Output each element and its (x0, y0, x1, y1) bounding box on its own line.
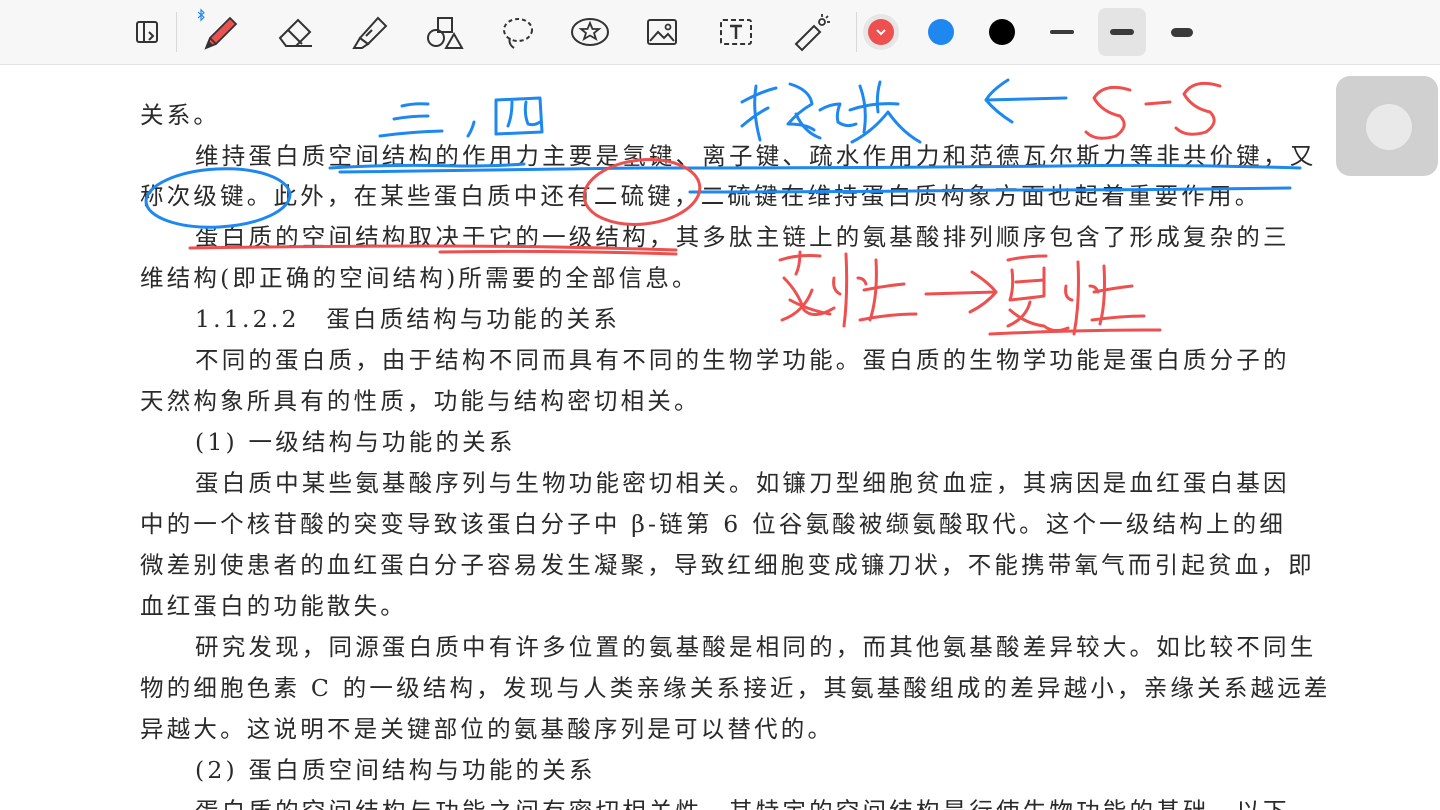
subsection-heading: (1) 一级结构与功能的关系 (195, 428, 516, 456)
text-line: 蛋白质的空间结构与功能之间有密切相关性，其特定的空间结构是行使生物功能的基础。以… (195, 796, 1290, 810)
text-line: 血红蛋白的功能散失。 (140, 592, 407, 620)
eraser-icon (278, 18, 312, 47)
blue-ink-stroke (392, 114, 430, 121)
stroke-medium-button[interactable] (1098, 8, 1146, 56)
page-view-icon (136, 21, 158, 43)
stroke-thin-button[interactable] (1038, 8, 1086, 56)
eraser-tool[interactable] (272, 8, 320, 56)
subsection-heading: (2) 蛋白质空间结构与功能的关系 (195, 756, 596, 784)
toolbar-divider (176, 12, 177, 52)
red-ink-underline (988, 328, 1162, 336)
image-icon (647, 19, 677, 45)
shapes-tool[interactable] (420, 8, 468, 56)
text-box-tool[interactable] (712, 8, 760, 56)
blue-ink-stroke (740, 84, 778, 142)
lasso-tool[interactable] (494, 8, 542, 56)
sticker-icon (571, 18, 609, 46)
red-ink-stroke (1084, 85, 1132, 140)
blue-ink-stroke (400, 102, 430, 108)
stroke-thick-icon (1171, 27, 1193, 37)
floating-assistive-button[interactable] (1336, 76, 1438, 176)
text-line: 称次级键。此外，在某些蛋白质中还有二硫键，二硫键在维持蛋白质构象方面也起着重要作… (140, 182, 1262, 210)
text-line: 中的一个核苷酸的突变导致该蛋白分子中 β-链第 6 位谷氨酸被缬氨酸取代。这个一… (140, 510, 1287, 538)
document-page[interactable]: 关系。 维持蛋白质空间结构的作用力主要是氢键、离子键、疏水作用力和范德瓦尔斯力等… (0, 64, 1440, 810)
bluetooth-icon (197, 8, 205, 22)
laser-pointer-tool[interactable] (786, 8, 834, 56)
text-line: 蛋白质的空间结构取决于它的一级结构，其多肽主链上的氨基酸排列顺序包含了形成复杂的… (195, 223, 1290, 251)
blue-ink-stroke (494, 96, 544, 136)
red-ink-stroke (832, 252, 918, 328)
highlighter-icon (352, 16, 388, 49)
image-tool[interactable] (638, 8, 686, 56)
text-line: 不同的蛋白质，由于结构不同而具有不同的生物学功能。蛋白质的生物学功能是蛋白质分子… (195, 346, 1290, 374)
sticker-tool[interactable] (566, 8, 614, 56)
blue-ink-stroke (786, 82, 822, 140)
red-ink-stroke (1144, 100, 1172, 106)
page-view-tool[interactable] (124, 8, 172, 56)
blue-ink-stroke (984, 78, 1068, 124)
stroke-thick-button[interactable] (1158, 8, 1206, 56)
red-ink-stroke (778, 250, 836, 322)
blue-ink-stroke (818, 102, 858, 128)
red-ink-stroke (1174, 81, 1222, 136)
red-ink-stroke (1006, 254, 1070, 333)
blue-ink-stroke (378, 129, 444, 138)
blue-ink-stroke (848, 80, 922, 144)
text-line: 微差别使患者的血红蛋白分子容易发生凝聚，导致红细胞变成镰刀状，不能携带氧气而引起… (140, 551, 1315, 579)
text-line: 异越大。这说明不是关键部位的氨基酸序列是可以替代的。 (140, 715, 835, 743)
shapes-icon (427, 17, 464, 49)
toolbar-divider (856, 12, 857, 52)
text-line: 物的细胞色素 C 的一级结构，发现与人类亲缘关系接近，其氨基酸组成的差异越小，亲… (140, 674, 1331, 702)
text-line: 蛋白质中某些氨基酸序列与生物功能密切相关。如镰刀型细胞贫血症，其病因是血红蛋白基… (195, 469, 1290, 497)
red-ink-stroke (924, 270, 998, 314)
stroke-thin-icon (1050, 30, 1074, 34)
text-line: 维结构(即正确的空间结构)所需要的全部信息。 (140, 264, 699, 292)
stroke-medium-icon (1110, 29, 1134, 35)
color-swatch-blue[interactable] (928, 19, 954, 45)
red-ink-stroke (1064, 260, 1146, 336)
laser-pointer-icon (794, 14, 830, 52)
color-swatch-red[interactable] (868, 19, 894, 45)
assistive-touch-icon (1364, 102, 1414, 152)
text-box-icon (720, 19, 752, 45)
text-line: 天然构象所具有的性质，功能与结构密切相关。 (140, 387, 701, 415)
color-swatch-black[interactable] (989, 19, 1015, 45)
annotation-toolbar (0, 0, 1440, 65)
pen-tool[interactable] (196, 8, 244, 56)
lasso-icon (503, 18, 533, 49)
highlighter-tool[interactable] (346, 8, 394, 56)
text-line: 维持蛋白质空间结构的作用力主要是氢键、离子键、疏水作用力和范德瓦尔斯力等非共价键… (195, 142, 1317, 170)
section-heading: 1.1.2.2 蛋白质结构与功能的关系 (195, 305, 621, 333)
chevron-down-icon (876, 29, 886, 36)
text-line: 研究发现，同源蛋白质中有许多位置的氨基酸是相同的，而其他氨基酸差异较大。如比较不… (195, 633, 1317, 661)
text-line: 关系。 (140, 101, 221, 129)
blue-ink-stroke (506, 100, 542, 128)
blue-ink-stroke (466, 120, 476, 138)
